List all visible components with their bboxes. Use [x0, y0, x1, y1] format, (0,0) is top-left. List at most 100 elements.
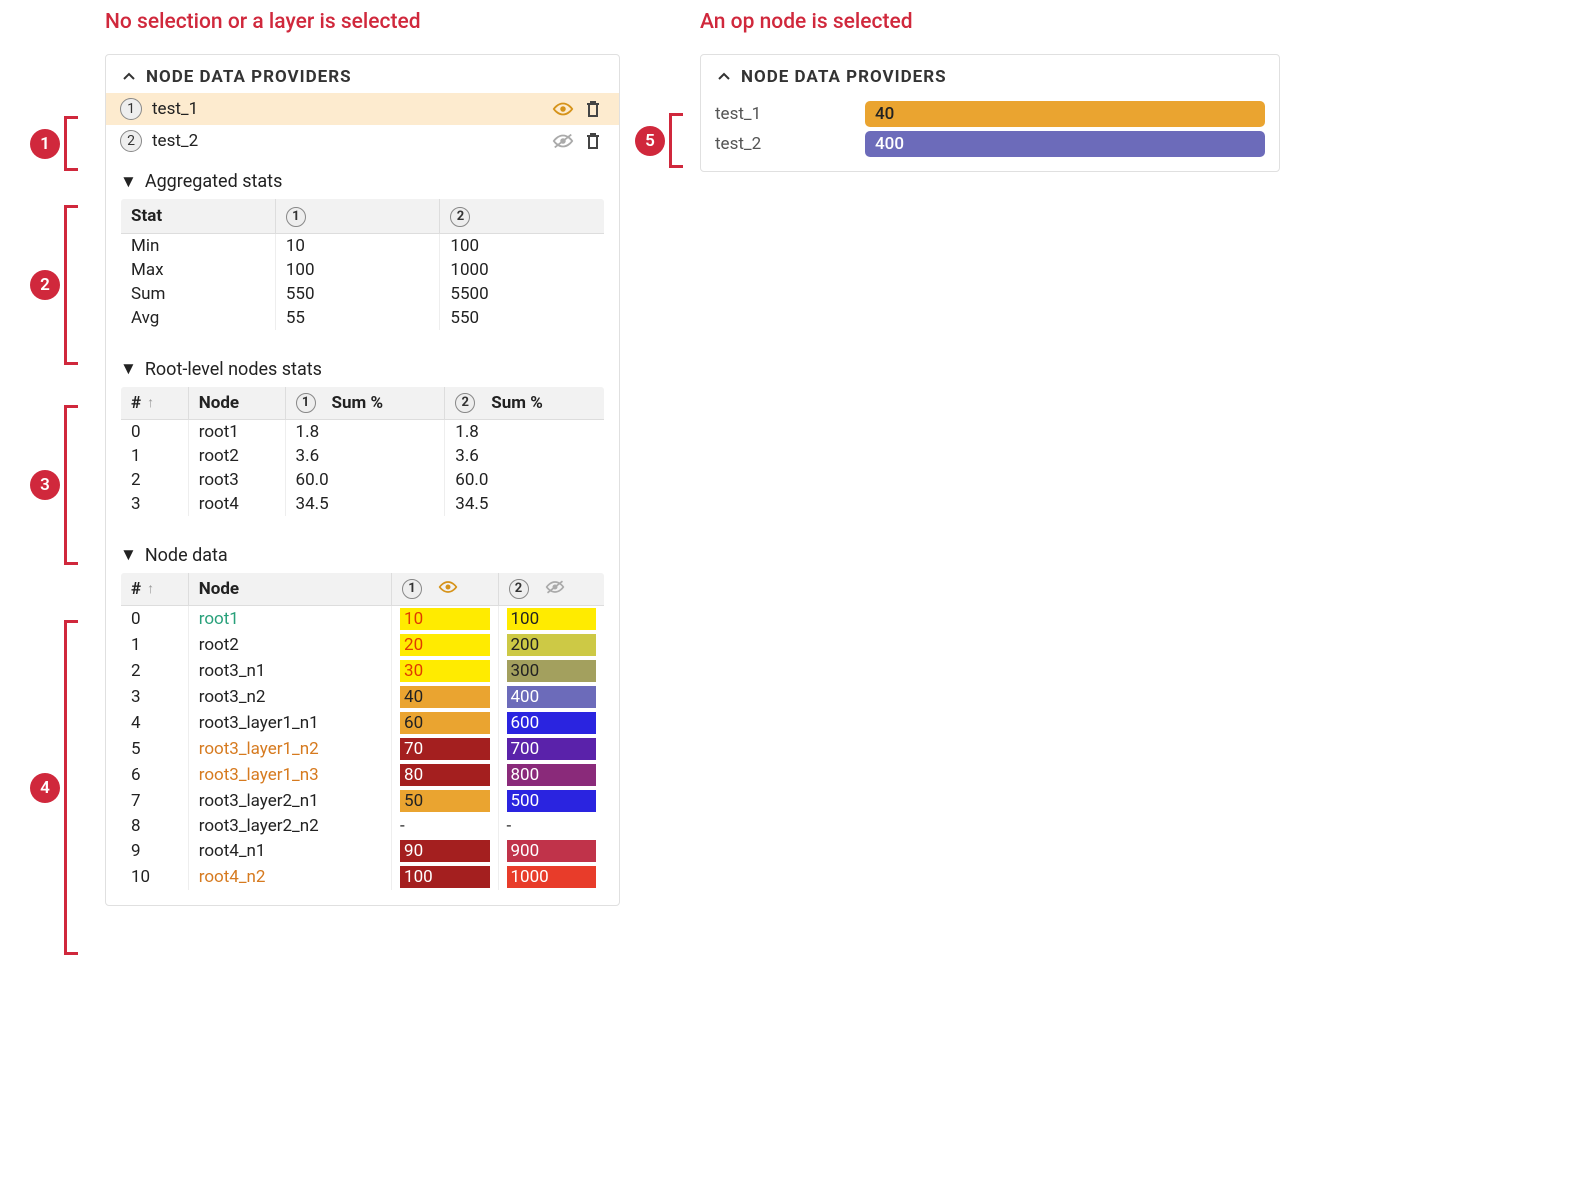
th-sum2-label: Sum % [491, 393, 543, 413]
cell-node[interactable]: root3_n2 [188, 684, 391, 710]
eye-off-icon[interactable] [551, 129, 575, 153]
table-row: 2root3_n130300 [121, 658, 605, 684]
trash-icon[interactable] [581, 129, 605, 153]
cell-v1: 40 [392, 684, 498, 710]
cell-v2: 900 [498, 838, 605, 864]
table-row: Avg55550 [121, 306, 605, 331]
eye-off-icon [545, 579, 565, 599]
cell-c1: 100 [275, 258, 440, 282]
cell-node[interactable]: root4_n2 [188, 864, 391, 891]
trash-icon[interactable] [581, 97, 605, 121]
cell-idx: 1 [121, 444, 189, 468]
cell-v2: 100 [498, 605, 605, 632]
th-nd-col2[interactable]: 2 [498, 572, 605, 605]
cell-idx: 3 [121, 492, 189, 517]
cell-v1: 50 [392, 788, 498, 814]
cell-idx: 8 [121, 814, 189, 838]
provider-bar-row: test_2400 [701, 129, 1279, 159]
cell-idx: 5 [121, 736, 189, 762]
cell-idx: 9 [121, 838, 189, 864]
table-row: 7root3_layer2_n150500 [121, 788, 605, 814]
th-nd-col1[interactable]: 1 [392, 572, 498, 605]
th-nd-idx-label: # [131, 579, 141, 599]
aggregated-stats-table: Stat 1 2 Min10100Max1001000Sum5505500Avg… [120, 198, 605, 331]
panel-header[interactable]: NODE DATA PROVIDERS [106, 55, 619, 93]
provider-row[interactable]: 1test_1 [106, 93, 619, 125]
th-stat: Stat [121, 199, 276, 234]
cell-v2: 200 [498, 632, 605, 658]
cell-c2: 1000 [440, 258, 605, 282]
cell-c2: 100 [440, 233, 605, 258]
cell-node[interactable]: root3_layer1_n3 [188, 762, 391, 788]
callout-number: 5 [635, 126, 665, 156]
cell-node[interactable]: root3_layer2_n1 [188, 788, 391, 814]
cell-v2: 800 [498, 762, 605, 788]
provider-label: test_1 [715, 104, 865, 124]
provider-bar-row: test_140 [701, 99, 1279, 129]
table-row: 2root360.060.0 [121, 468, 605, 492]
cell-idx: 0 [121, 419, 189, 444]
provider-label: test_2 [152, 131, 545, 151]
table-row: Sum5505500 [121, 282, 605, 306]
panel-title: NODE DATA PROVIDERS [146, 67, 352, 87]
badge-1-icon: 1 [286, 207, 306, 227]
table-row: 4root3_layer1_n160600 [121, 710, 605, 736]
triangle-down-icon: ▼ [120, 359, 137, 379]
right-heading: An op node is selected [700, 10, 1280, 34]
cell-node[interactable]: root4_n1 [188, 838, 391, 864]
cell-node[interactable]: root3_layer1_n1 [188, 710, 391, 736]
cell-node[interactable]: root3_layer2_n2 [188, 814, 391, 838]
th-idx[interactable]: #↑ [121, 386, 189, 419]
left-heading: No selection or a layer is selected [105, 10, 620, 34]
badge-2-icon: 2 [455, 393, 475, 413]
callout-2: 2 [30, 205, 78, 365]
cell-c1: 55 [275, 306, 440, 331]
root-stats-toggle[interactable]: ▼ Root-level nodes stats [120, 353, 605, 386]
cell-node[interactable]: root1 [188, 605, 391, 632]
cell-sum1: 60.0 [285, 468, 445, 492]
cell-v1: 90 [392, 838, 498, 864]
cell-stat: Avg [121, 306, 276, 331]
th-nd-idx[interactable]: #↑ [121, 572, 189, 605]
cell-v1: 20 [392, 632, 498, 658]
badge-1-icon: 1 [296, 393, 316, 413]
cell-v1: 100 [392, 864, 498, 891]
th-node[interactable]: Node [188, 386, 285, 419]
cell-c2: 5500 [440, 282, 605, 306]
table-row: 8root3_layer2_n2-- [121, 814, 605, 838]
cell-node[interactable]: root2 [188, 632, 391, 658]
table-row: 0root11.81.8 [121, 419, 605, 444]
provider-badge-icon: 2 [120, 130, 142, 152]
cell-idx: 2 [121, 468, 189, 492]
cell-node[interactable]: root3_n1 [188, 658, 391, 684]
cell-node: root3 [188, 468, 285, 492]
table-row: 10root4_n21001000 [121, 864, 605, 891]
chevron-up-icon [717, 70, 731, 84]
table-row: 1root220200 [121, 632, 605, 658]
value-bar: 400 [865, 131, 1265, 157]
cell-sum2: 60.0 [445, 468, 605, 492]
table-row: 9root4_n190900 [121, 838, 605, 864]
cell-sum2: 1.8 [445, 419, 605, 444]
th-sum2[interactable]: 2 Sum % [445, 386, 605, 419]
callout-4: 4 [30, 620, 78, 955]
cell-idx: 7 [121, 788, 189, 814]
cell-node[interactable]: root3_layer1_n2 [188, 736, 391, 762]
callout-number: 3 [30, 470, 60, 500]
provider-label: test_1 [152, 99, 545, 119]
eye-icon [438, 579, 458, 599]
th-nd-node[interactable]: Node [188, 572, 391, 605]
provider-row[interactable]: 2 test_2 [106, 125, 619, 157]
cell-v2: 400 [498, 684, 605, 710]
th-idx-label: # [131, 393, 141, 413]
table-row: 5root3_layer1_n270700 [121, 736, 605, 762]
cell-idx: 3 [121, 684, 189, 710]
panel-header[interactable]: NODE DATA PROVIDERS [701, 55, 1279, 93]
th-sum1[interactable]: 1Sum % [285, 386, 445, 419]
eye-icon[interactable] [551, 97, 575, 121]
root-stats-label: Root-level nodes stats [145, 359, 322, 380]
panel-node-data-providers-left: NODE DATA PROVIDERS 1test_12test_2 ▼ Agg… [105, 54, 620, 906]
node-data-toggle[interactable]: ▼ Node data [120, 539, 605, 572]
aggregated-stats-toggle[interactable]: ▼ Aggregated stats [120, 165, 605, 198]
cell-v1: 10 [392, 605, 498, 632]
